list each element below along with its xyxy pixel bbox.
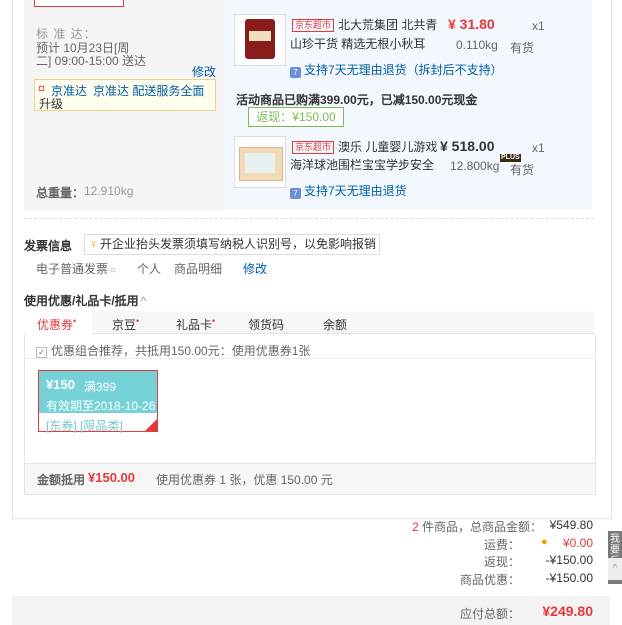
item1-name[interactable]: 京东超市 北大荒集团 北共青 bbox=[292, 16, 437, 33]
rebate-label: 返现： bbox=[483, 555, 520, 569]
invoice-title: 发票信息 bbox=[24, 239, 73, 253]
item2-weight: 12.800kg bbox=[450, 159, 500, 173]
upgrade-text-2: 升级 bbox=[39, 97, 64, 111]
item1-stock: 有货 bbox=[510, 41, 535, 55]
item2-qty: x1 bbox=[532, 141, 545, 155]
item2-return-policy: 7 支持7天无理由退货 bbox=[290, 182, 407, 199]
invoice-tip: ♀ 开企业抬头发票须填写纳税人识别号，以免影响报销 bbox=[84, 234, 380, 255]
payable-bar: 应付总额： ¥249.80 bbox=[12, 596, 610, 625]
discount-section-title[interactable]: 使用优惠/礼品卡/抵用 ^ bbox=[24, 292, 146, 309]
recommend-checkbox[interactable]: ✓ bbox=[36, 347, 47, 358]
weight-label: 总重量： bbox=[36, 186, 85, 200]
product-thumbnail[interactable] bbox=[234, 14, 286, 66]
coupon-amount: ¥150 bbox=[46, 377, 75, 392]
total-goods-value: ¥549.80 bbox=[549, 518, 593, 532]
eta-line2: 二] 09:00-15:00 送达 bbox=[36, 54, 147, 68]
deduct-label: 金额抵用 bbox=[37, 473, 86, 487]
item1-name-line2[interactable]: 山珍干货 精选无根小秋耳 bbox=[290, 35, 425, 52]
coupon-tags: [东券] [限品类] bbox=[46, 419, 123, 433]
item1-price: ¥ 31.80 bbox=[448, 16, 495, 32]
shipping-edit-link[interactable]: 修改 bbox=[192, 63, 216, 80]
coupon-card[interactable]: ¥150 满399 有效期至2018-10-26 [东券] [限品类] bbox=[38, 370, 158, 433]
invoice-header: 个人 bbox=[137, 262, 162, 276]
deduct-desc: 使用优惠券 1 张，优惠 150.00 元 bbox=[156, 473, 333, 487]
shipping-fee-label: 运费： bbox=[483, 538, 520, 552]
return-policy-icon-2: 7 bbox=[290, 188, 301, 199]
info-icon[interactable]: ○ bbox=[110, 265, 116, 276]
coupon-condition: 满399 bbox=[84, 380, 117, 394]
deduct-value: ¥150.00 bbox=[88, 470, 135, 485]
coupon-valid: 有效期至2018-10-26 bbox=[46, 399, 156, 413]
check-corner-icon bbox=[145, 419, 157, 431]
tab-jingdou[interactable]: 京豆• bbox=[112, 316, 139, 333]
tab-pickup-code[interactable]: 领货码 bbox=[248, 316, 284, 333]
shipping-method-selected[interactable] bbox=[34, 0, 124, 7]
chevron-up-icon: ^ bbox=[140, 294, 147, 308]
divider bbox=[24, 218, 594, 219]
jd-supermarket-tag: 京东超市 bbox=[292, 19, 335, 32]
promo-text: 活动商品已购满399.00元，已减150.00元现金 bbox=[236, 93, 478, 107]
tab-gift-card[interactable]: 礼品卡• bbox=[176, 316, 215, 333]
deduct-bar: 金额抵用 ¥150.00 使用优惠券 1 张，优惠 150.00 元 bbox=[24, 463, 596, 495]
invoice-content: 商品明细 bbox=[174, 262, 223, 276]
product-discount-value: -¥150.00 bbox=[545, 571, 593, 585]
rebate-value: -¥150.00 bbox=[545, 553, 593, 567]
rebate-badge: 返现：¥150.00 bbox=[248, 107, 344, 127]
bulb-icon: ♀ bbox=[89, 237, 98, 251]
invoice-edit-link[interactable]: 修改 bbox=[243, 260, 267, 277]
jd-supermarket-tag-2: 京东超市 bbox=[292, 141, 335, 154]
divider bbox=[24, 358, 594, 359]
shipping-fee-value: ¥0.00 bbox=[562, 536, 593, 550]
item2-stock: 有货 bbox=[510, 163, 535, 177]
tab-coupon[interactable]: 优惠券• bbox=[37, 316, 76, 333]
return-policy-icon: 7 bbox=[290, 67, 301, 78]
item2-name-line2[interactable]: 海洋球池围栏宝宝学步安全 bbox=[290, 156, 434, 173]
tab-balance[interactable]: 余额 bbox=[323, 316, 347, 333]
item2-name[interactable]: 京东超市 澳乐 儿童婴儿游戏 bbox=[292, 138, 437, 155]
discount-tabs: 优惠券• 京豆• 礼品卡• 领货码 余额 bbox=[24, 311, 594, 336]
product-discount-label: 商品优惠： bbox=[459, 573, 520, 587]
invoice-type: 电子普通发票 ○ bbox=[36, 262, 117, 276]
clock-icon: ◘ bbox=[39, 83, 45, 93]
scroll-top-icon[interactable]: ^ bbox=[608, 558, 622, 580]
item1-return-policy: 7 支持7天无理由退货（拆封后不支持） bbox=[290, 61, 503, 78]
item2-price: ¥ 518.00 bbox=[440, 138, 495, 154]
weight-value: 12.910kg bbox=[84, 184, 134, 198]
goods-block: 京东超市 北大荒集团 北共青 山珍干货 精选无根小秋耳 ¥ 31.80 x1 0.… bbox=[224, 0, 592, 210]
payable-label: 应付总额： bbox=[459, 607, 520, 621]
coupon-recommend: ✓ 优惠组合推荐，共抵用150.00元：使用优惠券1张 bbox=[36, 342, 310, 359]
upgrade-text: 京准达 配送服务全面 bbox=[93, 84, 205, 98]
item1-qty: x1 bbox=[532, 19, 545, 33]
product-thumbnail-2[interactable] bbox=[234, 136, 286, 188]
item1-weight: 0.110kg bbox=[456, 38, 498, 52]
upgrade-notice: ◘ 京准达 京准达 配送服务全面 升级 bbox=[34, 79, 216, 111]
shipping-block: 标 准 达： 预计 10月23日[周 二] 09:00-15:00 送达 修改 … bbox=[24, 0, 224, 210]
payable-value: ¥249.80 bbox=[542, 603, 593, 619]
